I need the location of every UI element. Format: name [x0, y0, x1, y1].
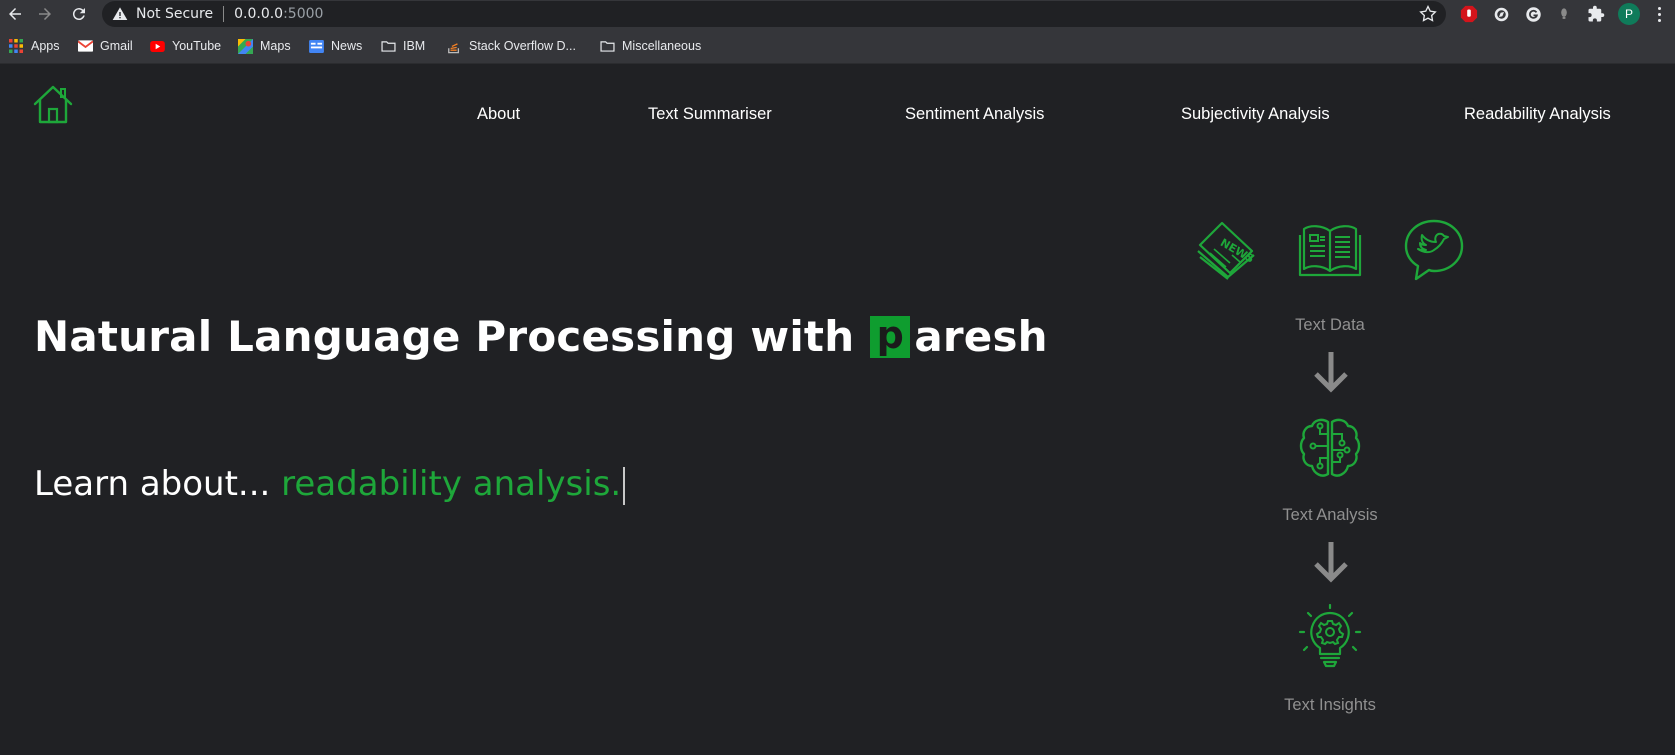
- back-button[interactable]: [4, 3, 26, 25]
- url-host: 0.0.0.0: [234, 6, 284, 22]
- menu-dot: [1657, 6, 1661, 10]
- nav-sentiment-analysis[interactable]: Sentiment Analysis: [905, 105, 1044, 124]
- bookmark-folder-miscellaneous[interactable]: Miscellaneous: [599, 36, 701, 56]
- bookmark-apps[interactable]: Apps: [8, 36, 60, 56]
- typing-tagline: Learn about... readability analysis.: [34, 464, 626, 505]
- hero-title-text: Natural Language Processing with: [34, 312, 855, 361]
- browser-toolbar: Not Secure 0.0.0.0 :5000 P: [0, 0, 1675, 28]
- bookmark-news[interactable]: News: [308, 36, 362, 56]
- flow-label-text-insights: Text Insights: [1284, 696, 1376, 714]
- security-status: Not Secure: [136, 6, 214, 22]
- bookmark-label: News: [331, 39, 363, 53]
- lightbulb-gear-icon: [1298, 604, 1362, 668]
- address-bar[interactable]: Not Secure 0.0.0.0 :5000: [102, 1, 1446, 27]
- extension-grammarly-button[interactable]: [1523, 4, 1543, 24]
- home-icon: [33, 85, 73, 124]
- folder-icon: [599, 38, 615, 54]
- stackoverflow-icon: [446, 38, 462, 54]
- reload-icon: [72, 8, 85, 21]
- forward-arrow-icon: [39, 8, 51, 20]
- extensions-menu-button[interactable]: [1586, 4, 1606, 24]
- tagline-prefix: Learn about...: [34, 464, 282, 504]
- hero-title: Natural Language Processing with p aresh: [34, 312, 1048, 361]
- bookmark-label: Apps: [31, 39, 60, 53]
- brand-name-rest: aresh: [914, 312, 1048, 361]
- down-arrow-icon: [1314, 352, 1348, 393]
- reload-button[interactable]: [68, 3, 90, 25]
- bookmark-youtube[interactable]: YouTube: [149, 36, 221, 56]
- menu-dot: [1657, 18, 1661, 22]
- bookmark-label: YouTube: [172, 39, 222, 53]
- brand-logo-box: p: [870, 313, 911, 358]
- puzzle-icon: [1588, 5, 1605, 22]
- svg-text:NEWS: NEWS: [1218, 236, 1256, 266]
- bookmark-maps[interactable]: Maps: [237, 36, 291, 56]
- extension-adblock-button[interactable]: [1459, 4, 1479, 24]
- profile-avatar[interactable]: P: [1618, 3, 1640, 25]
- typing-cursor: [623, 466, 626, 505]
- flow-label-text-data: Text Data: [1295, 316, 1365, 334]
- brain-circuit-icon: [1299, 418, 1361, 477]
- bookmark-gmail[interactable]: Gmail: [77, 36, 133, 56]
- bookmark-stackoverflow[interactable]: Stack Overflow D...: [446, 36, 576, 56]
- bookmarks-bar: Apps Gmail YouTube Maps News IBM Stack O…: [0, 28, 1675, 64]
- tweet-bubble-icon: [1404, 219, 1464, 281]
- compass-icon: [1494, 7, 1508, 21]
- bookmark-label: Gmail: [100, 39, 133, 53]
- home-link[interactable]: [32, 84, 74, 126]
- bookmark-label: Stack Overflow D...: [469, 39, 576, 53]
- nav-readability-analysis[interactable]: Readability Analysis: [1464, 105, 1611, 124]
- nav-text-summariser[interactable]: Text Summariser: [648, 105, 772, 124]
- apps-grid-icon: [8, 38, 24, 54]
- extension-button-4[interactable]: [1554, 4, 1574, 24]
- address-divider: [223, 6, 225, 22]
- nav-subjectivity-analysis[interactable]: Subjectivity Analysis: [1181, 105, 1330, 124]
- bookmark-folder-ibm[interactable]: IBM: [380, 36, 425, 56]
- nav-about[interactable]: About: [477, 105, 520, 124]
- grammarly-icon: [1525, 6, 1541, 22]
- gmail-icon: [77, 38, 93, 54]
- menu-dot: [1657, 12, 1661, 16]
- news-icon: [308, 38, 324, 54]
- bookmark-label: Miscellaneous: [622, 39, 702, 53]
- forward-button[interactable]: [34, 3, 56, 25]
- extension-button-2[interactable]: [1491, 4, 1511, 24]
- maps-icon: [237, 38, 253, 54]
- browser-menu-button[interactable]: [1654, 4, 1664, 24]
- book-icon: [1298, 225, 1362, 277]
- down-arrow-icon: [1314, 542, 1348, 583]
- warning-icon: [112, 7, 128, 20]
- back-arrow-icon: [9, 8, 21, 20]
- youtube-icon: [149, 38, 165, 54]
- bookmark-star-icon[interactable]: [1418, 4, 1438, 24]
- newspaper-icon: NEWS: [1197, 221, 1256, 280]
- bookmark-label: Maps: [260, 39, 291, 53]
- bookmark-label: IBM: [403, 39, 426, 53]
- url-port: :5000: [283, 6, 324, 22]
- folder-icon: [380, 38, 396, 54]
- tagline-topic: readability analysis.: [281, 464, 622, 504]
- flow-label-text-analysis: Text Analysis: [1282, 506, 1378, 524]
- stop-hand-icon: [1460, 5, 1478, 23]
- web-page: About Text Summariser Sentiment Analysis…: [0, 64, 1675, 755]
- extension-bulb-icon: [1561, 8, 1567, 19]
